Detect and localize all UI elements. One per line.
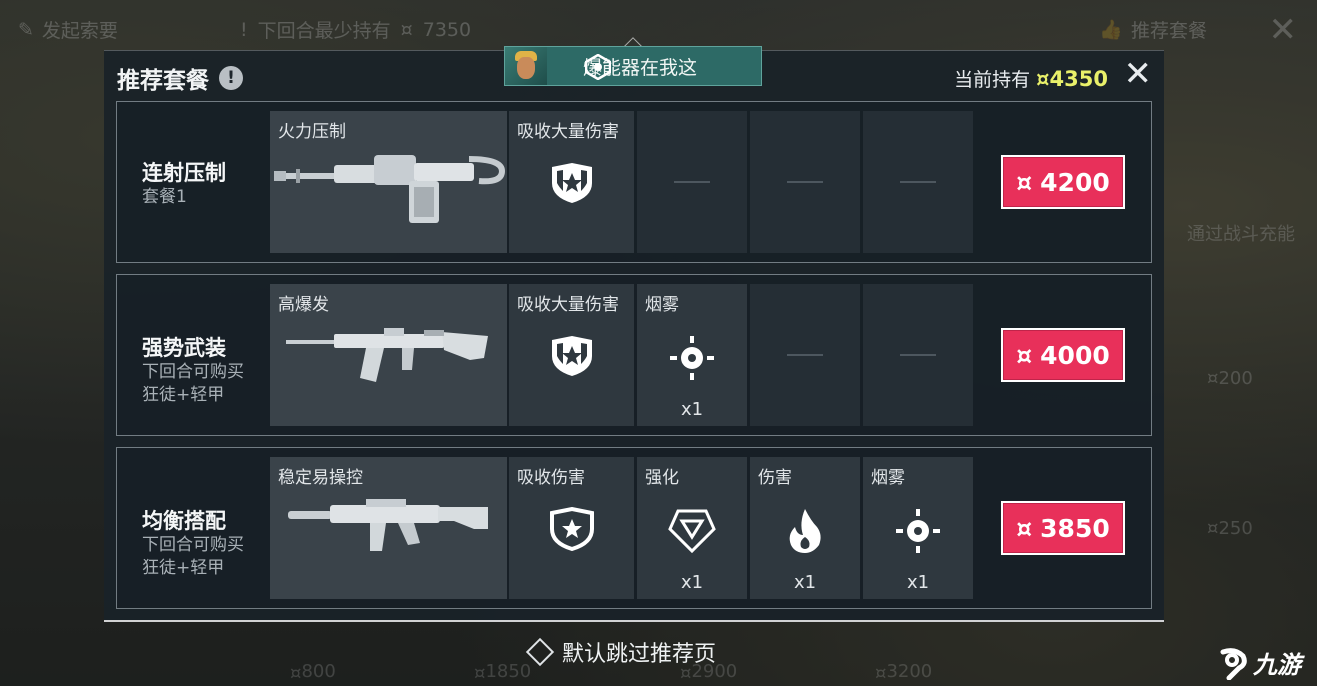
smg-icon	[288, 499, 488, 551]
buy-package-button[interactable]: ¤ 4000	[1001, 328, 1125, 382]
heavy-shield-icon	[551, 336, 592, 376]
slot-quantity: x1	[793, 572, 817, 593]
package-name: 强势武装	[142, 336, 226, 360]
ability-slot-damage[interactable]: 伤害 x1	[750, 457, 860, 599]
empty-dash	[787, 181, 823, 183]
recommended-packages-panel: 推荐套餐 ! 当前持有 ¤4350 ✕ 连射压制 套餐1 火力压制 吸收大量伤害…	[104, 50, 1164, 622]
package-subtitle-line2: 狂徒+轻甲	[142, 558, 225, 578]
empty-dash	[900, 181, 936, 183]
slot-label: 伤害	[758, 468, 792, 488]
panel-title: 推荐套餐 !	[117, 61, 243, 95]
ability-slot-boost[interactable]: 强化 x1	[637, 457, 747, 599]
package-subtitle-line2: 狂徒+轻甲	[142, 385, 225, 405]
package-price: 4000	[1040, 340, 1110, 370]
info-icon[interactable]: !	[219, 66, 243, 90]
weapon-label: 稳定易操控	[278, 468, 363, 488]
empty-dash	[674, 181, 710, 183]
weapon-label: 高爆发	[278, 295, 329, 315]
fire-icon	[789, 509, 821, 553]
skip-recommend-label: 默认跳过推荐页	[562, 642, 717, 667]
weapon-slot[interactable]: 火力压制	[270, 111, 507, 253]
package-row-3: 均衡搭配 下回合可购买 狂徒+轻甲 稳定易操控 吸收伤害 强化 x1 伤害 x1…	[116, 447, 1152, 609]
credit-icon: ¤	[1016, 167, 1033, 197]
avatar-face	[517, 57, 535, 79]
slot-quantity: x1	[906, 572, 930, 593]
credit-icon: ¤	[1016, 340, 1033, 370]
smoke-target-icon	[670, 336, 714, 380]
equipment-slot-armor[interactable]: 吸收大量伤害	[509, 284, 634, 426]
slot-label: 烟雾	[645, 295, 679, 315]
panel-title-text: 推荐套餐	[117, 68, 209, 94]
equipment-slot-armor[interactable]: 吸收大量伤害	[509, 111, 634, 253]
close-button[interactable]: ✕	[1124, 57, 1153, 91]
package-subtitle: 套餐1	[142, 187, 187, 207]
buy-package-button[interactable]: ¤ 3850	[1001, 501, 1125, 555]
balance-amount: 4350	[1049, 66, 1108, 91]
machine-gun-icon	[274, 155, 506, 223]
weapon-slot[interactable]: 高爆发	[270, 284, 507, 426]
weapon-slot[interactable]: 稳定易操控	[270, 457, 507, 599]
credit-icon: ¤	[1036, 66, 1050, 91]
slot-label: 吸收伤害	[517, 468, 585, 488]
agent-avatar	[505, 47, 547, 85]
nine-game-logo-icon	[1220, 647, 1247, 680]
slot-quantity: x1	[680, 572, 704, 593]
package-row-1: 连射压制 套餐1 火力压制 吸收大量伤害 ¤ 4200	[116, 101, 1152, 263]
watermark-text: 九游	[1253, 651, 1301, 679]
heavy-shield-icon	[551, 163, 592, 203]
empty-slot	[750, 111, 860, 253]
package-subtitle-line1: 下回合可购买	[142, 535, 244, 555]
package-subtitle: 下回合可购买 狂徒+轻甲	[142, 534, 244, 580]
empty-slot	[637, 111, 747, 253]
package-row-2: 强势武装 下回合可购买 狂徒+轻甲 高爆发 吸收大量伤害 烟雾 x1 ¤ 400…	[116, 274, 1152, 436]
credit-icon: ¤	[1016, 513, 1033, 543]
empty-slot	[863, 284, 973, 426]
equipment-slot-armor[interactable]: 吸收伤害	[509, 457, 634, 599]
slot-quantity: x1	[680, 399, 704, 420]
package-price: 4200	[1040, 167, 1110, 197]
balance-value: ¤4350	[1036, 67, 1108, 91]
empty-dash	[900, 354, 936, 356]
package-subtitle: 下回合可购买 狂徒+轻甲	[142, 361, 244, 407]
package-price: 3850	[1040, 513, 1110, 543]
empty-dash	[787, 354, 823, 356]
skip-recommend-toggle[interactable]: 默认跳过推荐页	[525, 636, 717, 668]
balance-label: 当前持有	[954, 69, 1031, 91]
light-shield-icon	[549, 507, 594, 551]
buy-package-button[interactable]: ¤ 4200	[1001, 155, 1125, 209]
empty-slot	[863, 111, 973, 253]
package-name: 连射压制	[142, 161, 226, 185]
weapon-label: 火力压制	[278, 122, 346, 142]
diamond-checkbox-icon[interactable]	[525, 637, 555, 667]
slot-label: 强化	[645, 468, 679, 488]
empty-slot	[750, 284, 860, 426]
package-name: 均衡搭配	[142, 509, 226, 533]
site-watermark: 九游	[1217, 645, 1301, 680]
spike-icon	[585, 54, 611, 80]
slot-label: 吸收大量伤害	[517, 295, 619, 315]
boost-triangle-icon	[668, 509, 716, 553]
package-subtitle-line1: 下回合可购买	[142, 362, 244, 382]
slot-label: 烟雾	[871, 468, 905, 488]
rifle-icon	[286, 328, 488, 382]
ability-slot-smoke[interactable]: 烟雾 x1	[863, 457, 973, 599]
current-balance: 当前持有 ¤4350	[954, 65, 1108, 92]
slot-label: 吸收大量伤害	[517, 122, 619, 142]
ability-slot-smoke[interactable]: 烟雾 x1	[637, 284, 747, 426]
smoke-target-icon	[896, 509, 940, 553]
spike-carrier-banner: 爆能器在我这	[504, 46, 762, 86]
